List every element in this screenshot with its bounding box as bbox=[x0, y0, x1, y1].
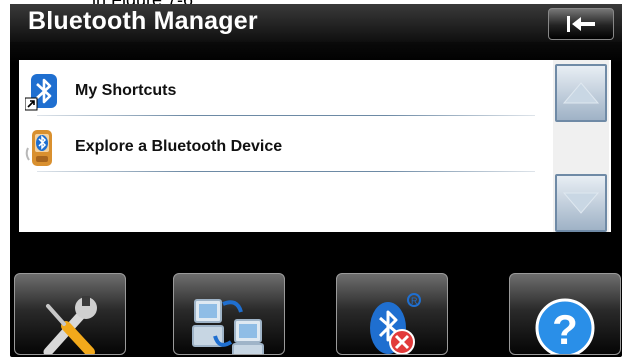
bluetooth-disable-icon: R bbox=[370, 293, 421, 354]
exit-arrow-icon bbox=[567, 16, 595, 32]
list-item-label: Explore a Bluetooth Device bbox=[75, 138, 283, 155]
scroll-down-button[interactable] bbox=[555, 174, 607, 232]
list-item-explore-device[interactable]: Explore a Bluetooth Device bbox=[19, 120, 549, 174]
help-icon: ? bbox=[535, 298, 595, 354]
list-item-label: My Shortcuts bbox=[75, 82, 177, 99]
connections-button[interactable] bbox=[173, 273, 285, 355]
bluetooth-shortcut-icon bbox=[24, 72, 59, 111]
arrow-down-icon bbox=[562, 192, 600, 214]
device-screen: Bluetooth Manager My Shortcuts Explore a… bbox=[10, 4, 622, 357]
list-separator bbox=[37, 171, 535, 172]
svg-text:?: ? bbox=[552, 306, 578, 353]
back-button[interactable] bbox=[548, 8, 614, 40]
arrow-up-icon bbox=[562, 82, 600, 104]
bluetooth-off-button[interactable]: R bbox=[336, 273, 448, 355]
scroll-up-button[interactable] bbox=[555, 64, 607, 122]
list-separator bbox=[37, 115, 535, 116]
page-title: Bluetooth Manager bbox=[28, 7, 258, 35]
title-bar: Bluetooth Manager bbox=[10, 4, 622, 42]
pda-bluetooth-icon bbox=[25, 128, 59, 166]
list-item-my-shortcuts[interactable]: My Shortcuts bbox=[19, 64, 549, 118]
scrollbar[interactable] bbox=[553, 60, 609, 232]
help-button[interactable]: ? bbox=[509, 273, 621, 355]
svg-text:R: R bbox=[411, 296, 418, 306]
shortcut-list: My Shortcuts Explore a Bluetooth Device bbox=[19, 60, 611, 232]
tools-icon bbox=[43, 296, 97, 354]
settings-button[interactable] bbox=[14, 273, 126, 355]
computers-sync-icon bbox=[192, 299, 264, 354]
